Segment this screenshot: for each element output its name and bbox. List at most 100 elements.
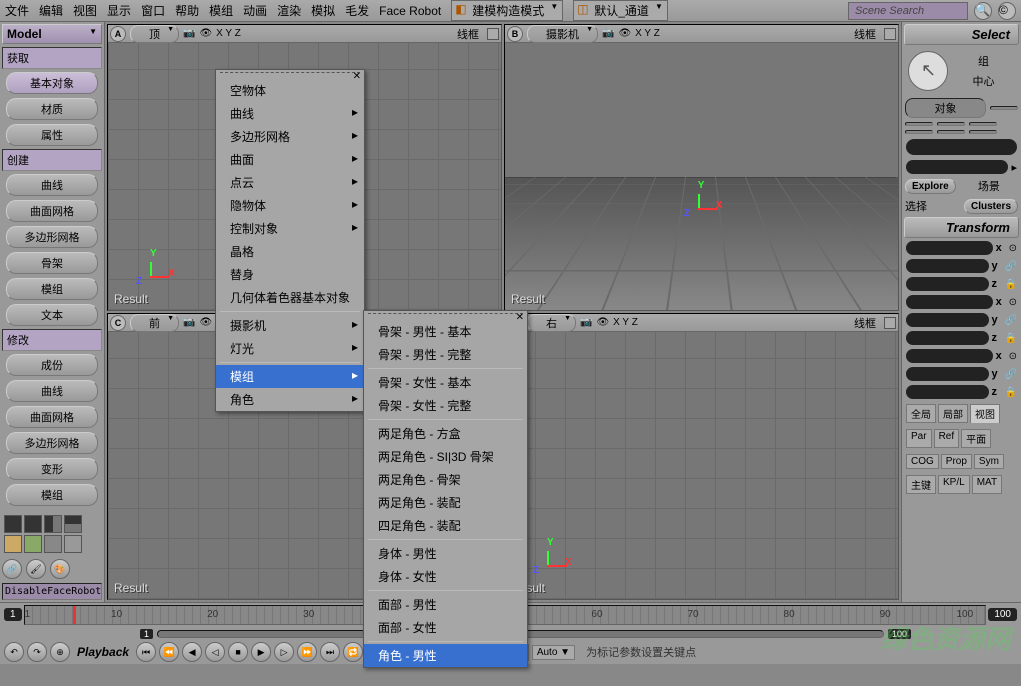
viewport-a-display-mode[interactable]: 线框 [457, 26, 483, 42]
layout-6[interactable] [24, 535, 42, 553]
lock-icon[interactable]: ⊙ [1009, 243, 1017, 254]
menu-facerobot[interactable]: Face Robot [379, 4, 441, 18]
menu-render[interactable]: 渲染 [277, 2, 301, 19]
menu-display[interactable]: 显示 [107, 2, 131, 19]
axis-z[interactable]: z [992, 278, 1002, 290]
maximize-icon[interactable] [884, 317, 896, 329]
select-label[interactable]: 选择 [905, 198, 927, 214]
viewport-a-camera-dropdown[interactable]: 顶 [130, 25, 179, 43]
auto-key-toggle[interactable]: Auto ▼ [532, 645, 575, 660]
viewport-d-camera-dropdown[interactable]: 右 [527, 314, 576, 332]
ctx-implicit[interactable]: 隐物体 [216, 194, 364, 217]
viewport-d[interactable]: D 右 📷👁X Y Z 线框 XYZ Result [504, 313, 899, 600]
ctx-surface[interactable]: 曲面 [216, 148, 364, 171]
palette-icon[interactable]: 🎨 [50, 559, 70, 579]
sub-skel-f-basic[interactable]: 骨架 - 女性 - 基本 [364, 371, 527, 394]
object-filter[interactable]: 对象 [905, 98, 986, 118]
tab-plane[interactable]: 平面 [961, 429, 991, 448]
layout-1[interactable] [4, 515, 22, 533]
link-icon[interactable]: 🔗 [1005, 369, 1017, 380]
layout-7[interactable] [44, 535, 62, 553]
tab-par[interactable]: Par [906, 429, 932, 448]
text-button[interactable]: 文本 [6, 304, 98, 326]
stop-icon[interactable]: ■ [228, 642, 248, 662]
model-button[interactable]: 模组 [6, 278, 98, 300]
eye-icon[interactable]: 👁 [199, 317, 212, 328]
sub-body-f[interactable]: 身体 - 女性 [364, 565, 527, 588]
layout-3[interactable] [44, 515, 62, 533]
ctx-pointcloud[interactable]: 点云 [216, 171, 364, 194]
viewport-b-letter[interactable]: B [507, 26, 523, 42]
next-key-icon[interactable]: ⏩ [297, 642, 317, 662]
ctx-polymesh[interactable]: 多边形网格 [216, 125, 364, 148]
play-back-icon[interactable]: ◁ [205, 642, 225, 662]
skeleton-button[interactable]: 骨架 [6, 252, 98, 274]
slot[interactable] [937, 130, 965, 134]
viewport-c-letter[interactable]: C [110, 315, 126, 331]
tab-prop[interactable]: Prop [941, 454, 972, 469]
tab-global[interactable]: 全局 [906, 404, 936, 423]
sub-skel-m-full[interactable]: 骨架 - 男性 - 完整 [364, 343, 527, 366]
sub-face-f[interactable]: 面部 - 女性 [364, 616, 527, 639]
ctx-character[interactable]: 角色 [216, 388, 364, 411]
layout-4[interactable] [64, 515, 82, 533]
tab-ref[interactable]: Ref [934, 429, 960, 448]
layout-2[interactable] [24, 515, 42, 533]
prev-key-icon[interactable]: ⏪ [159, 642, 179, 662]
camera-icon[interactable]: 📷 [183, 317, 195, 328]
surface2-button[interactable]: 曲面网格 [6, 406, 98, 428]
link-icon[interactable]: 🔗 [1005, 315, 1017, 326]
explore-button[interactable]: Explore [905, 179, 956, 194]
range-end[interactable]: 100 [888, 629, 911, 639]
brush-icon[interactable]: 🖌 [26, 559, 46, 579]
viewport-c-camera-dropdown[interactable]: 前 [130, 314, 179, 332]
expand-icon[interactable]: ▸ [1011, 161, 1017, 174]
timeline-end-field[interactable]: 100 [988, 608, 1017, 621]
tab-prim[interactable]: 主键 [906, 475, 936, 494]
axis-x[interactable]: x [996, 242, 1006, 254]
eye-icon[interactable]: 👁 [199, 28, 212, 39]
lock-icon[interactable]: ⊙ [1009, 351, 1017, 362]
ctx-curve[interactable]: 曲线 [216, 102, 364, 125]
toolbar-mode-dropdown[interactable]: Model [2, 24, 102, 44]
axis-y[interactable]: y [992, 314, 1002, 326]
next-frame-icon[interactable]: ▷ [274, 642, 294, 662]
range-start[interactable]: 1 [140, 629, 153, 639]
group-label[interactable]: 组 [952, 53, 1015, 69]
ctx-geoshader[interactable]: 几何体着色器基本对象 [216, 286, 364, 309]
menu-hair[interactable]: 毛发 [345, 2, 369, 19]
poly-button[interactable]: 多边形网格 [6, 226, 98, 248]
slot[interactable] [905, 130, 933, 134]
tab-local[interactable]: 局部 [938, 404, 968, 423]
undo-icon[interactable]: ↶ [4, 642, 24, 662]
curve2-button[interactable]: 曲线 [6, 380, 98, 402]
surface-button[interactable]: 曲面网格 [6, 200, 98, 222]
menu-anim[interactable]: 动画 [243, 2, 267, 19]
sub-char-m[interactable]: 角色 - 男性 [364, 644, 527, 667]
modelg-button[interactable]: 模组 [6, 484, 98, 506]
prev-frame-icon[interactable]: ◀ [182, 642, 202, 662]
select-panel-header[interactable]: Select [904, 24, 1019, 45]
transform-panel-header[interactable]: Transform [904, 217, 1019, 238]
viewport-b-display-mode[interactable]: 线框 [854, 26, 880, 42]
sub-biped-box[interactable]: 两足角色 - 方盒 [364, 422, 527, 445]
link-icon[interactable]: 🔗 [2, 559, 22, 579]
tab-view[interactable]: 视图 [970, 404, 1000, 423]
axis-x[interactable]: x [996, 350, 1006, 362]
material-button[interactable]: 材质 [6, 98, 98, 120]
tab-sym[interactable]: Sym [974, 454, 1004, 469]
ctx-null[interactable]: 空物体 [216, 79, 364, 102]
sub-face-m[interactable]: 面部 - 男性 [364, 593, 527, 616]
cursor-tool-icon[interactable] [908, 51, 948, 91]
viewport-b[interactable]: B 摄影机 📷👁X Y Z 线框 XYZ Result [504, 24, 899, 311]
layout-8[interactable] [64, 535, 82, 553]
ctx-model[interactable]: 模组 [216, 365, 364, 388]
scene-label[interactable]: 场景 [960, 178, 1018, 194]
curve-button[interactable]: 曲线 [6, 174, 98, 196]
sub-skel-m-basic[interactable]: 骨架 - 男性 - 基本 [364, 320, 527, 343]
lock-icon[interactable]: 🔒 [1005, 279, 1017, 290]
axis-z[interactable]: z [992, 332, 1002, 344]
sub-biped-skel[interactable]: 两足角色 - 骨架 [364, 468, 527, 491]
link-icon[interactable]: 🔗 [1005, 261, 1017, 272]
deform-button[interactable]: 变形 [6, 458, 98, 480]
